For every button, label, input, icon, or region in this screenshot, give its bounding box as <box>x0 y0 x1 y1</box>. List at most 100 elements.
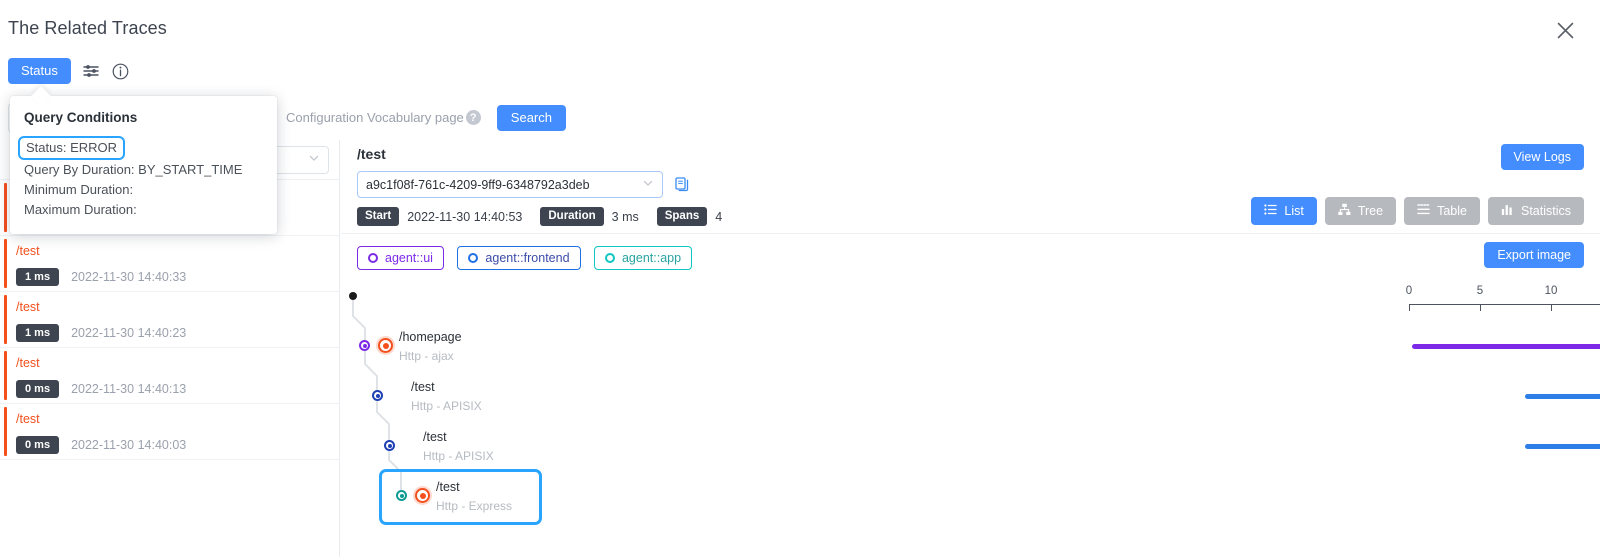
popover-title: Query Conditions <box>24 110 138 125</box>
query-condition-status: Status: ERROR <box>18 136 126 160</box>
view-logs-button[interactable]: View Logs <box>1500 144 1584 170</box>
trace-meta: 1 ms 2022-11-30 14:40:33 <box>16 268 339 286</box>
trace-endpoint: /test <box>16 300 40 314</box>
list-item[interactable]: /test 0 ms 2022-11-30 14:40:03 <box>0 404 339 460</box>
span-service-dot-icon <box>384 440 395 451</box>
service-dot-icon <box>468 253 479 263</box>
service-tag-label: agent::ui <box>385 251 433 265</box>
meta-key-start: Start <box>357 207 400 226</box>
service-tag-agent-app[interactable]: agent::app <box>593 246 693 270</box>
ruler-label: 0 <box>1405 285 1413 297</box>
trace-detail-panel: /test View Logs a9c1f08f-761c-4209-9ff9-… <box>341 140 1600 557</box>
span-layer: Http - APISIX <box>423 449 494 463</box>
ruler-tick <box>1480 304 1481 311</box>
trace-endpoint: /test <box>16 244 40 258</box>
trace-id-select[interactable]: a9c1f08f-761c-4209-9ff9-6348792a3deb <box>357 171 663 198</box>
span-row[interactable]: /test Http - APISIX <box>341 422 1041 472</box>
span-service-dot-icon <box>396 490 407 501</box>
service-tag-agent-ui[interactable]: agent::ui <box>357 246 444 270</box>
meta-value-duration: 3 ms <box>611 209 639 224</box>
trace-endpoint: /test <box>16 356 40 370</box>
tab-tree-label: Tree <box>1357 204 1384 218</box>
ruler-label: 10 <box>1544 285 1558 297</box>
query-conditions-popover: Query Conditions Status: ERROR Query By … <box>10 96 277 234</box>
span-row[interactable]: /test Http - Express <box>341 472 1041 522</box>
tab-tree[interactable]: Tree <box>1324 197 1397 225</box>
span-bar[interactable] <box>1525 444 1600 449</box>
service-dot-icon <box>604 253 615 263</box>
trace-timestamp: 2022-11-30 14:40:13 <box>71 382 187 396</box>
ruler-tick <box>1551 304 1552 311</box>
trace-id-value: a9c1f08f-761c-4209-9ff9-6348792a3deb <box>366 177 590 192</box>
query-condition-maximum-duration: Maximum Duration: <box>24 202 137 217</box>
service-legend-row: agent::ui agent::frontend agent::app Exp… <box>341 234 1600 282</box>
span-error-dot-icon <box>415 488 430 503</box>
span-error-dot-icon <box>378 338 393 353</box>
chevron-down-icon <box>642 177 654 192</box>
search-button[interactable]: Search <box>496 104 566 131</box>
tree-icon <box>1338 203 1351 219</box>
timeline-ruler: 0 5 10 15 20 25 30 <box>1041 282 1600 322</box>
span-row[interactable]: /test Http - APISIX <box>341 372 1041 422</box>
span-endpoint: /test <box>423 430 447 444</box>
trace-detail-header: /test View Logs a9c1f08f-761c-4209-9ff9-… <box>341 140 1600 234</box>
span-row[interactable]: /homepage Http - ajax <box>341 322 1041 372</box>
span-layer: Http - Express <box>436 499 513 513</box>
duration-badge: 1 ms <box>16 268 60 286</box>
query-condition-minimum-duration: Minimum Duration: <box>24 182 134 197</box>
ruler-baseline <box>1409 304 1600 305</box>
bar-chart-icon <box>1501 203 1514 219</box>
trace-id-row: a9c1f08f-761c-4209-9ff9-6348792a3deb <box>357 171 1584 198</box>
tab-statistics-label: Statistics <box>1520 204 1571 218</box>
info-circle-icon[interactable] <box>111 61 131 81</box>
ruler-label: 5 <box>1476 285 1484 297</box>
trace-timestamp: 2022-11-30 14:40:23 <box>71 326 187 340</box>
span-endpoint: /test <box>411 380 435 394</box>
service-dot-icon <box>368 253 378 263</box>
span-service-dot-icon <box>359 340 370 351</box>
meta-key-spans: Spans <box>656 207 708 226</box>
configuration-vocabulary-link[interactable]: Configuration Vocabulary page <box>286 110 464 125</box>
question-circle-icon[interactable]: ? <box>465 110 481 125</box>
span-layer: Http - ajax <box>399 349 454 363</box>
duration-badge: 0 ms <box>16 436 60 454</box>
duration-badge: 1 ms <box>16 324 60 342</box>
meta-value-start: 2022-11-30 14:40:53 <box>407 209 523 224</box>
list-item[interactable]: /test 1 ms 2022-11-30 14:40:23 <box>0 292 339 348</box>
span-endpoint: /test <box>436 480 460 494</box>
trace-timestamp: 2022-11-30 14:40:33 <box>71 270 187 284</box>
ruler-tick <box>1409 304 1410 311</box>
sliders-icon[interactable] <box>81 61 101 81</box>
span-tree-column: /homepage Http - ajax /test Http - APISI… <box>341 282 1041 557</box>
close-icon[interactable] <box>1554 19 1576 41</box>
span-layer: Http - APISIX <box>411 399 482 413</box>
trace-meta: 0 ms 2022-11-30 14:40:13 <box>16 380 339 398</box>
span-bar[interactable] <box>1411 344 1600 349</box>
tab-table-label: Table <box>1437 204 1467 218</box>
tab-list[interactable]: List <box>1251 197 1317 225</box>
list-item[interactable]: /test 0 ms 2022-11-30 14:40:13 <box>0 348 339 404</box>
service-tag-label: agent::app <box>621 251 682 265</box>
tab-table[interactable]: Table <box>1404 197 1480 225</box>
page-title: The Related Traces <box>8 18 167 38</box>
trace-meta: 0 ms 2022-11-30 14:40:03 <box>16 436 339 454</box>
span-bar[interactable] <box>1525 394 1600 399</box>
table-icon <box>1417 203 1430 219</box>
chevron-down-icon <box>308 152 320 167</box>
copy-icon[interactable] <box>675 177 690 192</box>
service-tag-label: agent::frontend <box>485 251 570 265</box>
tab-list-label: List <box>1284 204 1304 218</box>
meta-value-spans: 4 <box>715 209 723 224</box>
list-item[interactable]: /test 1 ms 2022-11-30 14:40:33 <box>0 236 339 292</box>
list-icon <box>1264 203 1278 219</box>
view-mode-tabs: List Tree Table Statistics <box>1251 197 1584 225</box>
span-service-dot-icon <box>372 390 383 401</box>
tab-statistics[interactable]: Statistics <box>1487 197 1584 225</box>
export-image-button[interactable]: Export image <box>1484 242 1584 268</box>
span-list-area: /homepage Http - ajax /test Http - APISI… <box>341 282 1600 557</box>
query-condition-query-by-duration: Query By Duration: BY_START_TIME <box>24 162 243 177</box>
trace-meta: 1 ms 2022-11-30 14:40:23 <box>16 324 339 342</box>
status-filter-button[interactable]: Status <box>8 58 71 84</box>
service-tag-agent-frontend[interactable]: agent::frontend <box>457 246 581 270</box>
meta-key-duration: Duration <box>540 207 604 226</box>
